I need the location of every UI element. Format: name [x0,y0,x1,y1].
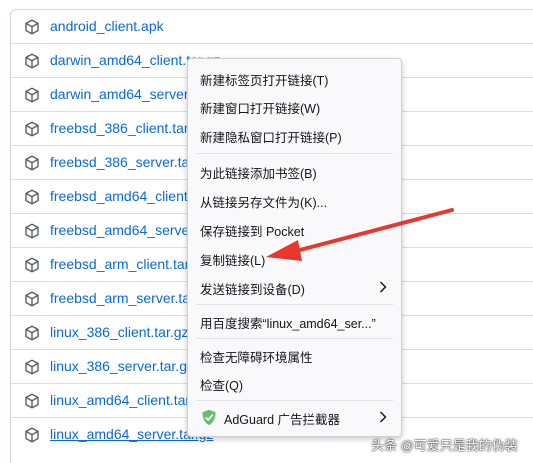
menu-item-open-new-tab[interactable]: 新建标签页打开链接(T) [188,65,401,91]
menu-item-label: 检查无障碍环境属性 [200,351,313,365]
menu-item-label: AdGuard 广告拦截器 [224,413,341,427]
chevron-right-icon [380,411,387,423]
package-icon [25,189,39,205]
menu-item-bookmark-link[interactable]: 为此链接添加书签(B) [188,158,401,184]
package-icon [25,325,39,341]
file-row: android_client.apk [11,10,533,44]
package-icon [25,291,39,307]
file-link[interactable]: linux_amd64_client.tar.gz [50,392,208,408]
package-icon [25,87,39,103]
package-icon [25,19,39,35]
menu-separator [196,304,393,305]
menu-item-save-to-pocket[interactable]: 保存链接到 Pocket [188,216,401,242]
watermark-text: 头条 @可爱只是我的伪装 [371,438,518,453]
package-icon [25,359,39,375]
shield-icon [202,409,216,426]
menu-item-copy-link[interactable]: 复制链接(L) [188,245,401,271]
package-icon [25,393,39,409]
menu-item-label: 新建隐私窗口打开链接(P) [200,131,342,145]
menu-item-inspect-accessibility[interactable]: 检查无障碍环境属性 [188,342,401,368]
menu-item-label: 保存链接到 Pocket [200,225,305,239]
file-link[interactable]: freebsd_386_client.tar.gz [50,120,206,136]
menu-item-open-new-window[interactable]: 新建窗口打开链接(W) [188,93,401,119]
package-icon [25,223,39,239]
package-icon [25,257,39,273]
menu-separator [196,400,393,401]
menu-item-inspect[interactable]: 检查(Q) [188,370,401,396]
file-link[interactable]: android_client.apk [50,18,164,34]
file-link[interactable]: linux_386_client.tar.gz [50,324,189,340]
package-icon [25,121,39,137]
menu-item-label: 发送链接到设备(D) [200,283,305,297]
menu-item-save-link-as[interactable]: 从链接另存文件为(K)... [188,187,401,213]
file-link[interactable]: freebsd_arm_client.tar.gz [50,256,207,272]
menu-item-open-private-window[interactable]: 新建隐私窗口打开链接(P) [188,122,401,148]
menu-item-label: 检查(Q) [200,379,244,393]
package-icon [25,427,39,443]
menu-item-label: 从链接另存文件为(K)... [200,196,328,210]
menu-item-label: 复制链接(L) [200,254,266,268]
menu-separator [196,153,393,154]
menu-item-label: 为此链接添加书签(B) [200,167,317,181]
menu-item-search-baidu[interactable]: 用百度搜索“linux_amd64_ser...” [188,308,401,334]
menu-item-send-to-device[interactable]: 发送链接到设备(D) [188,274,401,300]
menu-item-adguard[interactable]: AdGuard 广告拦截器 [188,404,401,430]
menu-item-label: 用百度搜索“linux_amd64_ser...” [200,317,376,331]
package-icon [25,155,39,171]
menu-item-label: 新建标签页打开链接(T) [200,74,329,88]
package-icon [25,53,39,69]
file-link[interactable]: linux_386_server.tar.gz [50,358,194,374]
chevron-right-icon [380,281,387,293]
context-menu: 新建标签页打开链接(T) 新建窗口打开链接(W) 新建隐私窗口打开链接(P) 为… [187,58,402,437]
menu-item-label: 新建窗口打开链接(W) [200,102,321,116]
menu-separator [196,338,393,339]
